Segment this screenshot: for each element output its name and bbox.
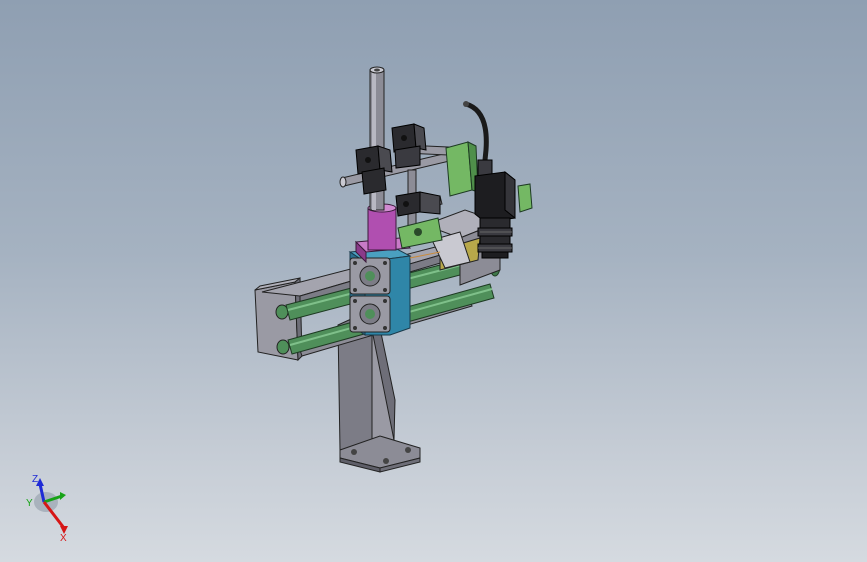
- carriage-block: [348, 247, 412, 336]
- assembly-model[interactable]: [0, 0, 867, 562]
- 3d-viewport[interactable]: Z Y X: [0, 0, 867, 562]
- orientation-triad[interactable]: Z Y X: [20, 470, 80, 542]
- y-arrow-icon: [60, 492, 66, 500]
- y-axis-label: Y: [26, 498, 33, 509]
- z-axis-label: Z: [32, 474, 38, 485]
- x-axis-label: X: [60, 533, 67, 542]
